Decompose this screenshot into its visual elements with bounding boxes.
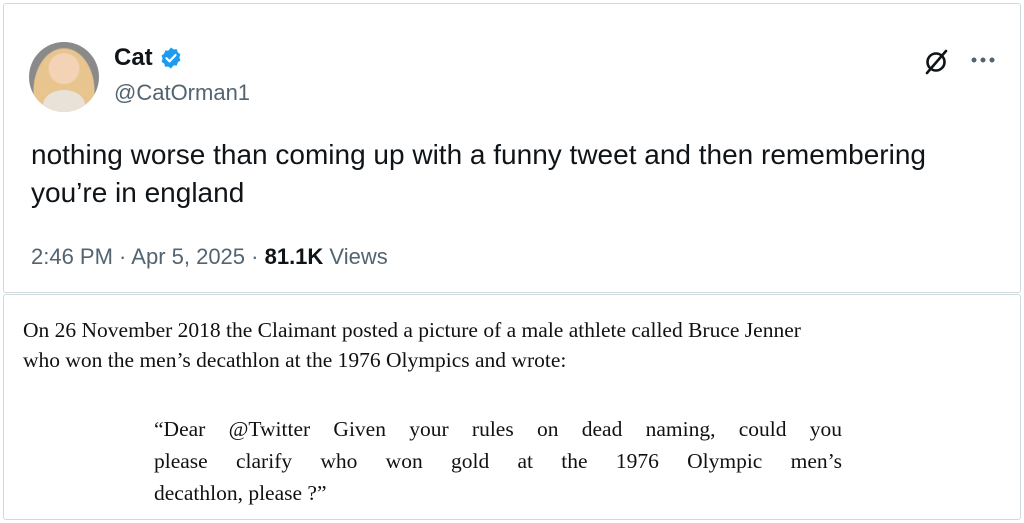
tweet-meta: 2:46 PM · Apr 5, 2025 · 81.1K Views <box>31 244 388 270</box>
quote-line: “Dear @Twitter Given your rules on dead … <box>154 417 842 441</box>
meta-separator: · <box>112 244 132 269</box>
tweet-text-line: you’re in england <box>31 177 245 208</box>
paragraph-line: who won the men’s decathlon at the 1976 … <box>23 348 567 372</box>
handle[interactable]: @CatOrman1 <box>114 80 250 106</box>
meta-separator: · <box>245 244 265 269</box>
quote-line: decathlon, please ?” <box>154 481 327 505</box>
excerpt-quote: “Dear @Twitter Given your rules on dead … <box>154 413 842 509</box>
views-label: Views <box>323 244 388 269</box>
tweet-date[interactable]: Apr 5, 2025 <box>131 244 245 269</box>
more-options-icon[interactable] <box>968 48 998 72</box>
tweet-text: nothing worse than coming up with a funn… <box>31 136 1006 212</box>
paragraph-line: On 26 November 2018 the Claimant posted … <box>23 318 801 342</box>
grok-icon[interactable] <box>922 48 950 76</box>
author-name-row: Cat <box>114 44 183 72</box>
document-excerpt: On 26 November 2018 the Claimant posted … <box>3 294 1021 520</box>
avatar[interactable] <box>29 42 99 112</box>
views-count: 81.1K <box>264 244 324 269</box>
excerpt-paragraph: On 26 November 2018 the Claimant posted … <box>23 315 1008 375</box>
verified-badge-icon <box>161 47 181 69</box>
tweet-card[interactable]: Cat @CatOrman1 nothing worse than coming… <box>3 3 1021 293</box>
display-name[interactable]: Cat <box>114 44 153 72</box>
tweet-time[interactable]: 2:46 PM <box>31 244 113 269</box>
quote-line: please clarify who won gold at the 1976 … <box>154 449 842 473</box>
tweet-text-line: nothing worse than coming up with a funn… <box>31 139 926 170</box>
